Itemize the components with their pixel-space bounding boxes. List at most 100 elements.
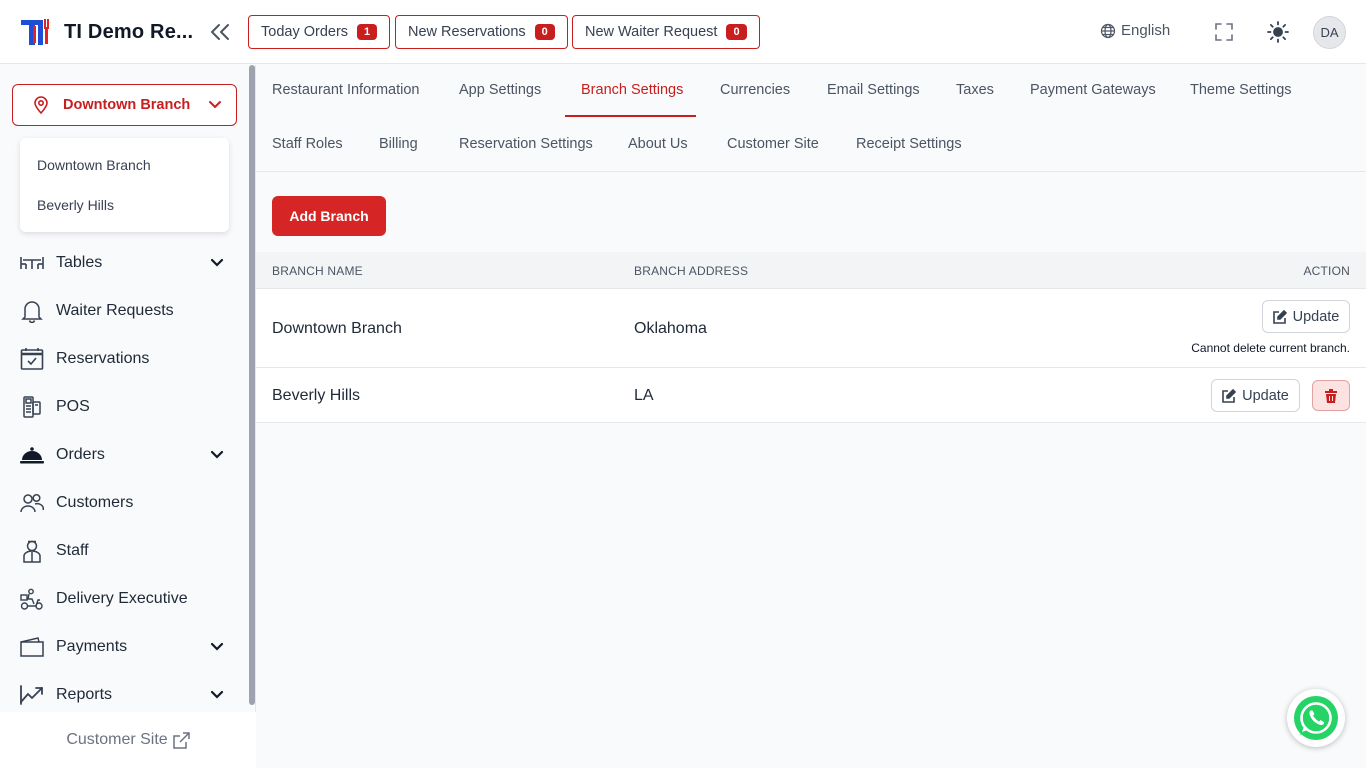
globe-icon bbox=[1100, 23, 1116, 38]
branch-selector[interactable]: Downtown Branch bbox=[12, 84, 237, 126]
sidebar-item-label: Orders bbox=[56, 446, 105, 463]
sidebar-item-tables[interactable]: Tables bbox=[0, 243, 248, 283]
edit-icon bbox=[1222, 388, 1237, 403]
sidebar-item-label: Staff bbox=[56, 542, 89, 559]
tab-app-settings[interactable]: App Settings bbox=[459, 82, 541, 98]
customer-site-link[interactable]: Customer Site bbox=[0, 712, 256, 768]
sidebar-scrollbar[interactable] bbox=[249, 65, 255, 705]
fullscreen-icon[interactable] bbox=[1212, 20, 1236, 44]
scooter-icon bbox=[20, 587, 44, 611]
branch-name-cell: Downtown Branch bbox=[272, 320, 402, 337]
today-orders-button[interactable]: Today Orders 1 bbox=[248, 15, 391, 49]
settings-tabs: Restaurant Information App Settings Bran… bbox=[256, 65, 1366, 172]
update-branch-button[interactable]: Update bbox=[1262, 300, 1350, 333]
sidebar-item-label: POS bbox=[56, 398, 90, 415]
bell-icon bbox=[20, 299, 44, 323]
table-row: Downtown Branch Oklahoma Update Cannot d… bbox=[256, 289, 1366, 368]
tab-currencies[interactable]: Currencies bbox=[720, 82, 790, 98]
branch-dropdown-menu: Downtown Branch Beverly Hills bbox=[20, 138, 229, 232]
collapse-sidebar-icon[interactable] bbox=[206, 20, 234, 44]
table-row: Beverly Hills LA Update bbox=[256, 368, 1366, 423]
delete-branch-button[interactable] bbox=[1312, 380, 1350, 411]
branch-address-cell: Oklahoma bbox=[634, 320, 707, 337]
sidebar-item-staff[interactable]: Staff bbox=[0, 531, 248, 571]
branch-selector-label: Downtown Branch bbox=[63, 97, 191, 113]
tab-restaurant-information[interactable]: Restaurant Information bbox=[272, 82, 420, 98]
branch-name-cell: Beverly Hills bbox=[272, 387, 361, 404]
today-orders-count-badge: 1 bbox=[357, 24, 378, 40]
sidebar: Downtown Branch Downtown Branch Beverly … bbox=[0, 65, 256, 768]
app-title: TI Demo Re... bbox=[64, 21, 194, 43]
food-cloche-icon bbox=[20, 443, 44, 467]
main-content: Restaurant Information App Settings Bran… bbox=[256, 65, 1366, 768]
sidebar-item-label: Delivery Executive bbox=[56, 590, 188, 607]
new-reservations-label: New Reservations bbox=[408, 24, 526, 40]
add-branch-button[interactable]: Add Branch bbox=[272, 196, 386, 236]
chevron-down-icon bbox=[209, 101, 221, 109]
tab-branch-settings[interactable]: Branch Settings bbox=[581, 82, 683, 98]
trash-icon bbox=[1325, 388, 1337, 403]
sidebar-item-label: Waiter Requests bbox=[56, 302, 174, 319]
calendar-check-icon bbox=[20, 347, 44, 371]
language-label: English bbox=[1121, 22, 1171, 39]
new-reservations-button[interactable]: New Reservations 0 bbox=[395, 15, 568, 49]
branch-table-header: Branch Name Branch Address Action bbox=[256, 252, 1366, 289]
external-link-icon bbox=[172, 731, 190, 749]
sidebar-item-label: Customers bbox=[56, 494, 134, 511]
new-waiter-request-button[interactable]: New Waiter Request 0 bbox=[572, 15, 760, 49]
new-waiter-request-count-badge: 0 bbox=[726, 24, 747, 40]
chevron-down-icon bbox=[210, 690, 224, 699]
whatsapp-chat-button[interactable] bbox=[1287, 689, 1345, 747]
sidebar-item-customers[interactable]: Customers bbox=[0, 483, 248, 523]
column-header-branch-name: Branch Name bbox=[272, 264, 363, 278]
app-logo-icon bbox=[21, 19, 49, 45]
active-tab-indicator bbox=[565, 115, 696, 117]
language-selector[interactable]: English bbox=[1100, 22, 1170, 39]
tab-customer-site[interactable]: Customer Site bbox=[727, 136, 819, 152]
chevron-down-icon bbox=[210, 450, 224, 459]
tab-theme-settings[interactable]: Theme Settings bbox=[1190, 82, 1292, 98]
tab-about-us[interactable]: About Us bbox=[628, 136, 688, 152]
whatsapp-icon bbox=[1294, 696, 1338, 740]
sidebar-item-payments[interactable]: Payments bbox=[0, 627, 248, 667]
branch-option-beverly-hills[interactable]: Beverly Hills bbox=[37, 197, 114, 213]
sidebar-item-waiter-requests[interactable]: Waiter Requests bbox=[0, 291, 248, 331]
table-icon bbox=[20, 251, 44, 275]
column-header-branch-address: Branch Address bbox=[634, 264, 749, 278]
theme-toggle-sun-icon[interactable] bbox=[1266, 20, 1290, 44]
user-avatar[interactable]: DA bbox=[1313, 16, 1346, 49]
tab-receipt-settings[interactable]: Receipt Settings bbox=[856, 136, 962, 152]
edit-icon bbox=[1272, 309, 1287, 324]
users-icon bbox=[20, 491, 44, 515]
chevron-down-icon bbox=[210, 642, 224, 651]
tab-reservation-settings[interactable]: Reservation Settings bbox=[459, 136, 593, 152]
sidebar-item-label: Reports bbox=[56, 686, 113, 703]
cannot-delete-note: Cannot delete current branch. bbox=[1191, 341, 1350, 355]
staff-icon bbox=[20, 539, 44, 563]
map-pin-icon bbox=[34, 96, 48, 114]
new-waiter-request-label: New Waiter Request bbox=[585, 24, 718, 40]
pos-terminal-icon bbox=[20, 395, 44, 419]
tab-payment-gateways[interactable]: Payment Gateways bbox=[1030, 82, 1156, 98]
chevron-down-icon bbox=[210, 258, 224, 267]
wallet-icon bbox=[20, 635, 44, 659]
update-button-label: Update bbox=[1292, 308, 1340, 325]
tab-taxes[interactable]: Taxes bbox=[956, 82, 994, 98]
sidebar-item-delivery-executive[interactable]: Delivery Executive bbox=[0, 579, 248, 619]
tab-email-settings[interactable]: Email Settings bbox=[827, 82, 920, 98]
sidebar-item-reservations[interactable]: Reservations bbox=[0, 339, 248, 379]
sidebar-item-pos[interactable]: POS bbox=[0, 387, 248, 427]
sidebar-item-reports[interactable]: Reports bbox=[0, 675, 248, 715]
sidebar-item-label: Tables bbox=[56, 254, 103, 271]
chart-line-icon bbox=[20, 683, 44, 707]
sidebar-item-label: Payments bbox=[56, 638, 128, 655]
update-branch-button[interactable]: Update bbox=[1211, 379, 1300, 412]
sidebar-item-orders[interactable]: Orders bbox=[0, 435, 248, 475]
customer-site-label: Customer Site bbox=[66, 731, 168, 748]
branch-option-downtown[interactable]: Downtown Branch bbox=[37, 157, 151, 173]
sidebar-item-label: Reservations bbox=[56, 350, 150, 367]
column-header-action: Action bbox=[1303, 264, 1350, 278]
tab-staff-roles[interactable]: Staff Roles bbox=[272, 136, 343, 152]
tab-billing[interactable]: Billing bbox=[379, 136, 418, 152]
branch-address-cell: LA bbox=[634, 387, 654, 404]
